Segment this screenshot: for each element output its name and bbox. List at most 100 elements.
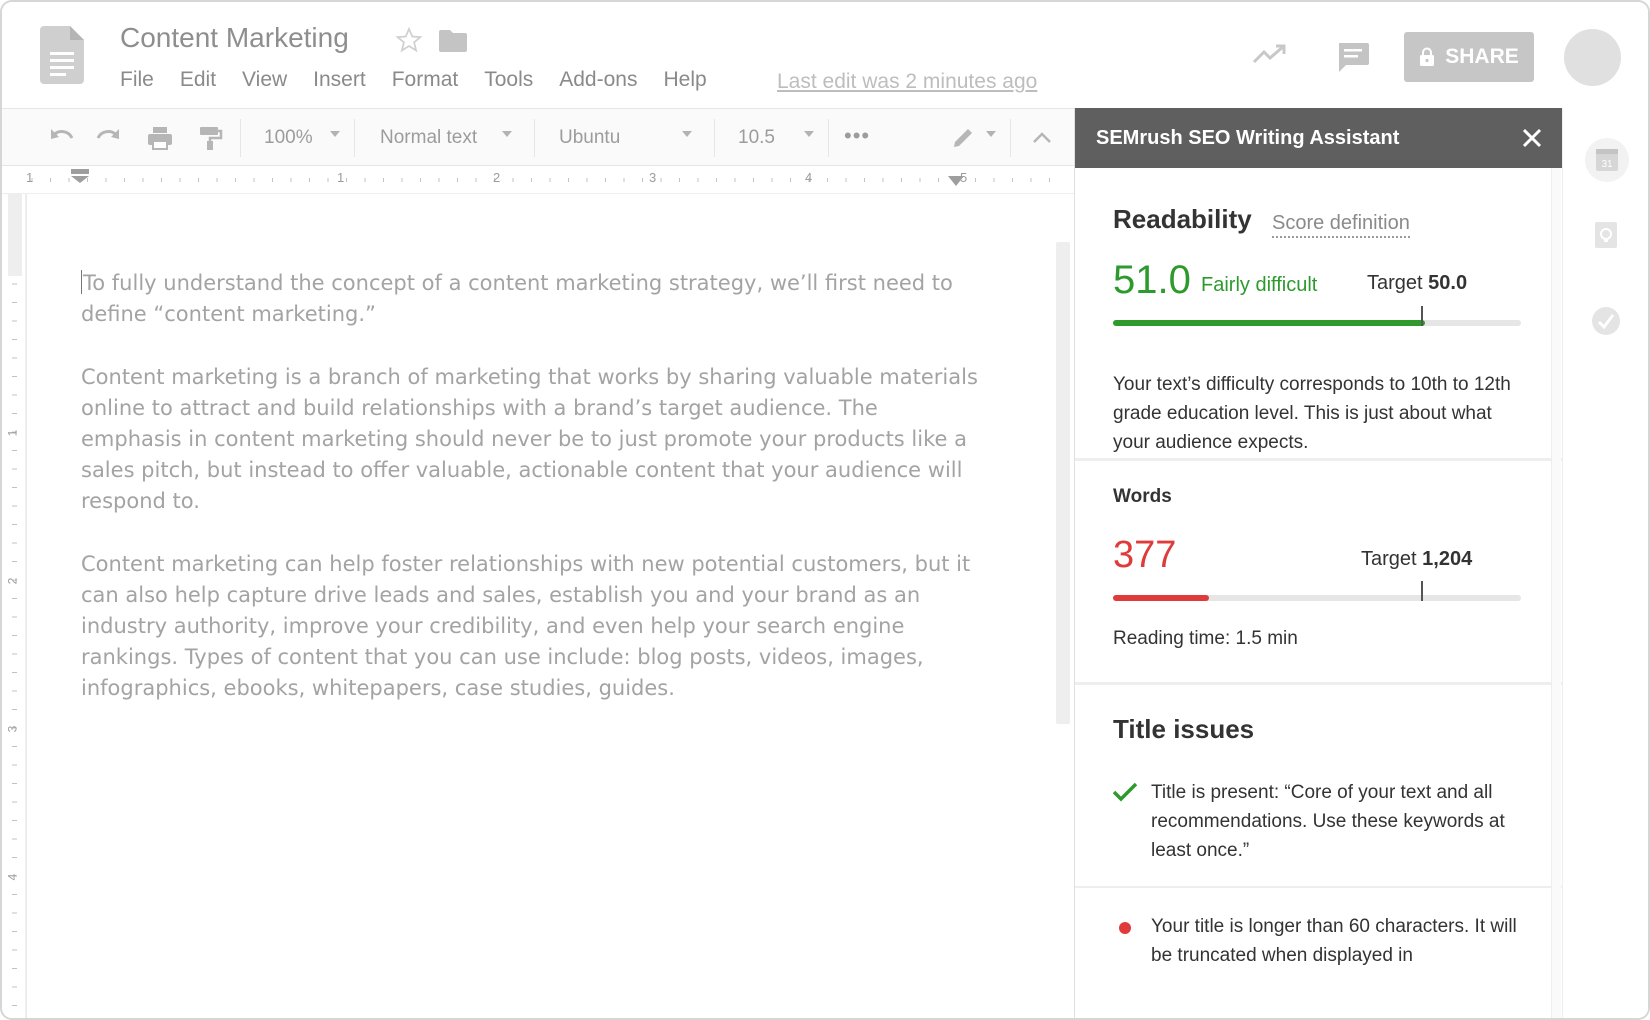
vruler-number: 1	[5, 429, 20, 437]
vruler-number: 3	[5, 725, 20, 733]
paragraph-text: To fully understand the concept of a con…	[81, 271, 953, 326]
undo-icon[interactable]	[48, 125, 76, 151]
words-target-marker	[1421, 581, 1424, 601]
font-size-select[interactable]: 10.5	[738, 123, 775, 153]
readability-progress-fill	[1113, 320, 1426, 326]
paragraph-style-select[interactable]: Normal text	[380, 123, 477, 153]
font-caret-icon	[682, 131, 692, 137]
doc-paragraph-2[interactable]: Content marketing is a branch of marketi…	[81, 362, 981, 517]
target-label: Target	[1367, 272, 1423, 294]
comments-icon[interactable]	[1336, 40, 1370, 74]
docs-header: Content Marketing File Edit View Insert …	[2, 2, 1648, 108]
calendar-icon[interactable]: 31	[1585, 138, 1629, 182]
style-caret-icon	[502, 131, 512, 137]
indent-marker-icon[interactable]	[68, 169, 92, 183]
section-divider	[1075, 886, 1563, 888]
words-target: Target 1,204	[1361, 548, 1472, 571]
ruler-number: 3	[649, 170, 657, 185]
menu-tools[interactable]: Tools	[484, 68, 533, 92]
text-cursor	[81, 270, 82, 294]
menu-format[interactable]: Format	[392, 68, 459, 92]
mode-caret-icon	[986, 131, 996, 137]
doc-paragraph-1[interactable]: To fully understand the concept of a con…	[81, 268, 981, 330]
ruler-number: 4	[805, 170, 813, 185]
share-label: SHARE	[1445, 45, 1519, 68]
side-panel-rail: 31	[1562, 108, 1648, 1018]
size-caret-icon	[804, 131, 814, 137]
readability-score: 51.0	[1113, 258, 1191, 302]
readability-progress-bar	[1113, 306, 1521, 326]
folder-icon[interactable]	[439, 28, 467, 52]
word-count: 377	[1113, 534, 1177, 576]
panel-title: SEMrush SEO Writing Assistant	[1096, 127, 1400, 149]
panel-scrollbar[interactable]	[1551, 168, 1561, 1018]
toolbar-divider	[240, 119, 241, 157]
target-value: 50.0	[1428, 272, 1468, 294]
readability-description: Your text’s difficulty corresponds to 10…	[1113, 374, 1511, 453]
collapse-chevron-icon[interactable]	[1028, 125, 1056, 151]
readability-heading: Readability	[1113, 204, 1252, 234]
redo-icon[interactable]	[94, 125, 122, 151]
words-heading: Words	[1113, 486, 1172, 507]
score-definition-link[interactable]: Score definition	[1272, 212, 1410, 238]
toolbar-divider	[714, 119, 715, 157]
editing-mode-pencil-icon[interactable]	[950, 125, 978, 151]
avatar[interactable]	[1564, 29, 1621, 86]
document-scrollbar[interactable]	[1056, 242, 1070, 724]
document-canvas[interactable]: To fully understand the concept of a con…	[26, 194, 1048, 1018]
document-title[interactable]: Content Marketing	[120, 22, 349, 54]
check-icon	[1112, 782, 1138, 802]
title-issue-item: Your title is longer than 60 characters.…	[1151, 916, 1517, 966]
seo-writing-assistant-panel: SEMrush SEO Writing Assistant Readabilit…	[1074, 108, 1563, 1018]
words-progress-bar	[1113, 581, 1521, 601]
readability-target-marker	[1421, 306, 1424, 326]
activity-trend-icon[interactable]	[1252, 42, 1288, 66]
document-body[interactable]: To fully understand the concept of a con…	[81, 268, 981, 736]
menu-view[interactable]: View	[242, 68, 287, 92]
panel-header: SEMrush SEO Writing Assistant	[1075, 108, 1563, 168]
toolbar-divider	[1010, 119, 1011, 157]
vruler-number: 4	[5, 873, 20, 881]
vertical-ruler: 1 2 3 4	[4, 194, 26, 1018]
font-select[interactable]: Ubuntu	[559, 123, 620, 153]
paint-format-icon[interactable]	[196, 125, 224, 151]
section-divider	[1075, 458, 1563, 461]
title-issue-item: Title is present: “Core of your text and…	[1151, 782, 1505, 861]
words-progress-fill	[1113, 595, 1209, 601]
vertical-ruler-ticks	[8, 194, 22, 1006]
menu-edit[interactable]: Edit	[180, 68, 216, 92]
vruler-number: 2	[5, 577, 20, 585]
menu-bar: File Edit View Insert Format Tools Add-o…	[120, 68, 733, 92]
readability-target: Target 50.0	[1367, 272, 1467, 295]
menu-file[interactable]: File	[120, 68, 154, 92]
more-options-button[interactable]: •••	[844, 123, 870, 149]
zoom-select[interactable]: 100%	[264, 123, 313, 153]
menu-help[interactable]: Help	[663, 68, 706, 92]
menu-addons[interactable]: Add-ons	[559, 68, 637, 92]
calendar-day: 31	[1601, 159, 1613, 170]
last-edit-link[interactable]: Last edit was 2 minutes ago	[777, 70, 1037, 94]
reading-time: Reading time: 1.5 min	[1113, 628, 1298, 649]
ruler-number: 2	[493, 170, 501, 185]
horizontal-ruler: 1 1 2 3 4 5	[2, 166, 1074, 194]
ruler-number: 1	[337, 170, 345, 185]
lock-icon	[1420, 47, 1435, 66]
doc-paragraph-3[interactable]: Content marketing can help foster relati…	[81, 549, 981, 704]
title-issues-heading: Title issues	[1113, 714, 1255, 744]
print-icon[interactable]	[146, 125, 174, 151]
ruler-number: 5	[960, 170, 968, 185]
editing-toolbar: 100% Normal text Ubuntu 10.5 •••	[2, 108, 1074, 166]
menu-insert[interactable]: Insert	[313, 68, 366, 92]
section-divider	[1075, 682, 1563, 685]
close-icon[interactable]	[1521, 127, 1543, 149]
ruler-number: 1	[26, 170, 34, 185]
star-icon[interactable]	[395, 26, 423, 54]
toolbar-divider	[534, 119, 535, 157]
share-button[interactable]: SHARE	[1404, 32, 1534, 82]
target-value: 1,204	[1422, 548, 1473, 570]
readability-score-label: Fairly difficult	[1201, 274, 1318, 296]
docs-logo-icon[interactable]	[40, 26, 84, 84]
tasks-icon[interactable]	[1591, 306, 1621, 336]
keep-icon[interactable]	[1591, 220, 1621, 250]
target-label: Target	[1361, 548, 1417, 570]
